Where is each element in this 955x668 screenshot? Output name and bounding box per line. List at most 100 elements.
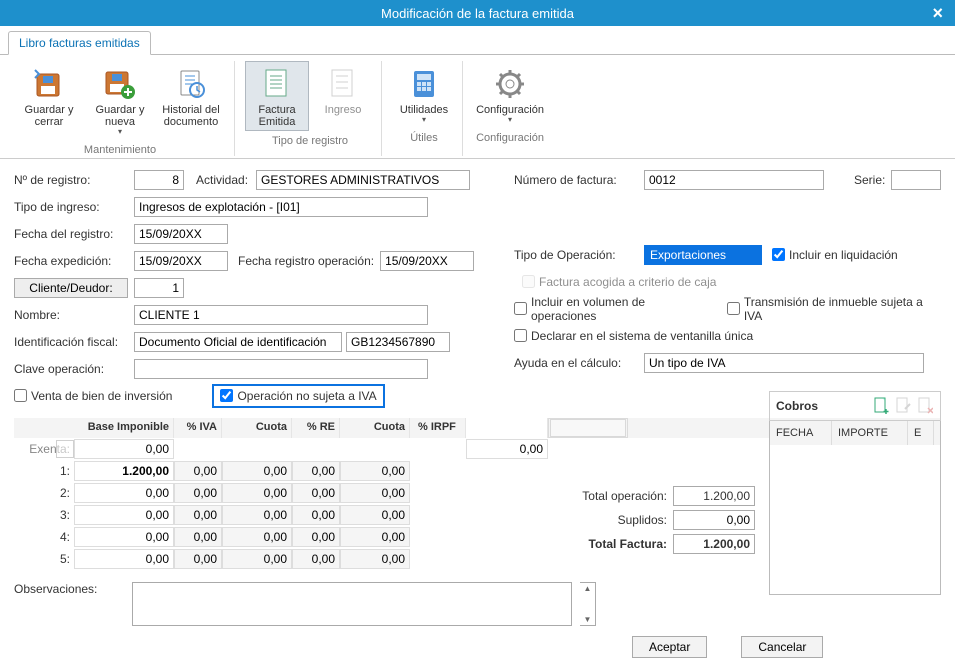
- cobros-col-e[interactable]: E: [908, 421, 934, 445]
- col-cuota2: Cuota: [340, 418, 410, 438]
- r1-iva[interactable]: [174, 461, 222, 481]
- actividad-select[interactable]: GESTORES ADMINISTRATIVOS: [256, 170, 470, 190]
- ribbon: Guardar y cerrar Guardar y nueva ▾ Histo…: [0, 55, 955, 159]
- irpf-extra-select[interactable]: [550, 419, 626, 437]
- dropdown-icon[interactable]: ▾: [422, 116, 426, 125]
- close-icon[interactable]: ×: [932, 3, 943, 24]
- utilidades-button[interactable]: Utilidades ▾: [392, 61, 456, 128]
- tab-libro-facturas[interactable]: Libro facturas emitidas: [8, 31, 151, 55]
- r3-iva[interactable]: [174, 505, 222, 525]
- dropdown-icon[interactable]: ▾: [508, 116, 512, 125]
- r1-c1[interactable]: [222, 461, 292, 481]
- historial-button[interactable]: Historial del documento: [154, 61, 228, 140]
- scroll-up-icon[interactable]: ▲: [584, 584, 592, 593]
- factura-caja-checkbox: Factura acogida a criterio de caja: [522, 275, 716, 289]
- ribbon-group-utiles: Útiles: [410, 132, 438, 144]
- r3-base[interactable]: [74, 505, 174, 525]
- nombre-input[interactable]: [134, 305, 428, 325]
- save-close-icon: [31, 66, 67, 102]
- factura-emitida-button[interactable]: Factura Emitida: [245, 61, 309, 131]
- ayuda-calculo-select[interactable]: Un tipo de IVA: [644, 353, 924, 373]
- observaciones-scrollbar[interactable]: ▲▼: [580, 582, 596, 626]
- total-fac-label: Total Factura:: [520, 537, 673, 551]
- r4-re[interactable]: [292, 527, 340, 547]
- r1-c2[interactable]: [340, 461, 410, 481]
- label-fecha-exped: Fecha expedición:: [14, 254, 134, 268]
- dropdown-icon[interactable]: ▾: [118, 128, 122, 137]
- guardar-cerrar-button[interactable]: Guardar y cerrar: [12, 61, 86, 140]
- cliente-deudor-button[interactable]: Cliente/Deudor:: [14, 278, 128, 298]
- exenta-base[interactable]: [74, 439, 174, 459]
- irpf-value[interactable]: [466, 439, 548, 459]
- new-doc-icon[interactable]: [872, 397, 890, 415]
- delete-doc-icon: [916, 397, 934, 415]
- numero-factura-input[interactable]: [644, 170, 824, 190]
- scroll-down-icon[interactable]: ▼: [584, 615, 592, 624]
- total-op-label: Total operación:: [520, 489, 673, 503]
- total-op-value: 1.200,00: [673, 486, 755, 506]
- r2-c2[interactable]: [340, 483, 410, 503]
- r2-iva[interactable]: [174, 483, 222, 503]
- incluir-volumen-checkbox[interactable]: Incluir en volumen de operaciones: [514, 295, 711, 323]
- r4-iva[interactable]: [174, 527, 222, 547]
- total-fac-value: 1.200,00: [673, 534, 755, 554]
- r1-re[interactable]: [292, 461, 340, 481]
- declarar-vu-checkbox[interactable]: Declarar en el sistema de ventanilla úni…: [514, 329, 753, 343]
- ribbon-group-configuracion: Configuración: [476, 132, 544, 144]
- fecha-exped-input[interactable]: 15/09/20XX: [134, 251, 228, 271]
- tipo-ingreso-select[interactable]: Ingresos de explotación - [I01]: [134, 197, 428, 217]
- calculator-icon: [406, 66, 442, 102]
- tab-strip: Libro facturas emitidas: [0, 26, 955, 55]
- fecha-reg-op-input[interactable]: 15/09/20XX: [380, 251, 474, 271]
- transmision-inmueble-checkbox[interactable]: Transmisión de inmueble sujeta a IVA: [727, 295, 942, 323]
- document-history-icon: [173, 66, 209, 102]
- r2-re[interactable]: [292, 483, 340, 503]
- serie-input[interactable]: [891, 170, 941, 190]
- cliente-input[interactable]: [134, 278, 184, 298]
- r4-base[interactable]: [74, 527, 174, 547]
- cancelar-button[interactable]: Cancelar: [741, 636, 823, 658]
- r5-iva[interactable]: [174, 549, 222, 569]
- r1-base[interactable]: [74, 461, 174, 481]
- label-actividad: Actividad:: [196, 173, 256, 187]
- row-3-label: 3:: [14, 508, 74, 522]
- label-observaciones: Observaciones:: [14, 582, 124, 626]
- observaciones-textarea[interactable]: [132, 582, 572, 626]
- r5-c2[interactable]: [340, 549, 410, 569]
- r4-c2[interactable]: [340, 527, 410, 547]
- r3-re[interactable]: [292, 505, 340, 525]
- window-title: Modificación de la factura emitida: [381, 6, 574, 21]
- ident-fiscal-tipo-select[interactable]: Documento Oficial de identificación: [134, 332, 342, 352]
- suplidos-label: Suplidos:: [520, 513, 673, 527]
- row-4-label: 4:: [14, 530, 74, 544]
- label-fecha-registro: Fecha del registro:: [14, 227, 134, 241]
- cobros-table: FECHA IMPORTE E: [769, 421, 941, 595]
- exenta-dd[interactable]: [56, 440, 74, 458]
- r2-base[interactable]: [74, 483, 174, 503]
- r5-base[interactable]: [74, 549, 174, 569]
- guardar-nueva-button[interactable]: Guardar y nueva ▾: [88, 61, 152, 140]
- ident-fiscal-num-input[interactable]: [346, 332, 450, 352]
- row-1-label: 1:: [14, 464, 74, 478]
- tipo-operacion-select[interactable]: Exportaciones: [644, 245, 762, 265]
- venta-bien-checkbox[interactable]: Venta de bien de inversión: [14, 389, 172, 403]
- clave-operacion-select[interactable]: I - Inversión del Sujeto pasivo (ISP): [134, 359, 428, 379]
- n-registro-input[interactable]: [134, 170, 184, 190]
- cobros-col-fecha[interactable]: FECHA: [770, 421, 832, 445]
- ribbon-group-tipo-registro: Tipo de registro: [272, 135, 348, 147]
- configuracion-button[interactable]: Configuración ▾: [473, 61, 547, 128]
- incluir-liquidacion-checkbox[interactable]: Incluir en liquidación: [772, 248, 898, 262]
- r4-c1[interactable]: [222, 527, 292, 547]
- r5-re[interactable]: [292, 549, 340, 569]
- aceptar-button[interactable]: Aceptar: [632, 636, 707, 658]
- operacion-no-iva-checkbox[interactable]: Operación no sujeta a IVA: [212, 384, 384, 408]
- r5-c1[interactable]: [222, 549, 292, 569]
- r2-c1[interactable]: [222, 483, 292, 503]
- cobros-col-importe[interactable]: IMPORTE: [832, 421, 908, 445]
- fecha-registro-input[interactable]: 15/09/20XX: [134, 224, 228, 244]
- label-nombre: Nombre:: [14, 308, 134, 322]
- ingreso-button[interactable]: Ingreso: [311, 61, 375, 131]
- r3-c1[interactable]: [222, 505, 292, 525]
- suplidos-input[interactable]: [673, 510, 755, 530]
- r3-c2[interactable]: [340, 505, 410, 525]
